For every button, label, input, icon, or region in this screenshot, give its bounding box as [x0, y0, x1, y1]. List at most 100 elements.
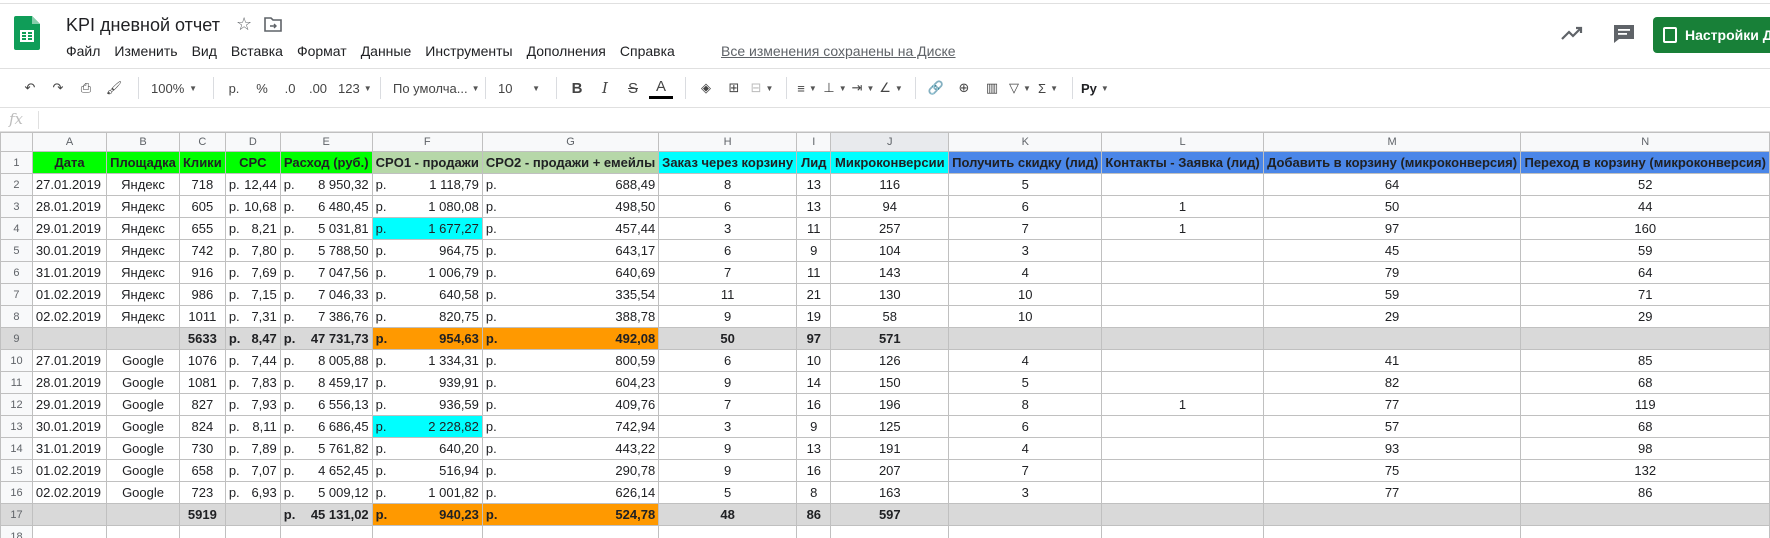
bold-button[interactable]: B	[565, 74, 589, 102]
row-header-16[interactable]: 16	[0, 481, 33, 504]
header-cell-e[interactable]: Расход (руб.)	[279, 151, 373, 174]
cell-l8[interactable]	[1101, 305, 1264, 328]
column-header-e[interactable]: E	[279, 132, 373, 152]
cell-l14[interactable]	[1101, 437, 1264, 460]
cell-b3[interactable]: Яндекс	[106, 195, 180, 218]
row-header-1[interactable]: 1	[0, 151, 33, 174]
cell-l7[interactable]	[1101, 283, 1264, 306]
cell-c5[interactable]: 742	[178, 239, 226, 262]
cell-c17[interactable]: 5919	[178, 503, 226, 526]
cell-g11[interactable]: р. 604,23	[481, 371, 660, 394]
cell-n15[interactable]: 132	[1520, 459, 1770, 482]
header-cell-j[interactable]: Микроконверсии	[830, 151, 950, 174]
cell-d13[interactable]: р. 8,11	[224, 415, 281, 438]
cell-m5[interactable]: 45	[1262, 239, 1522, 262]
cell-m8[interactable]: 29	[1262, 305, 1522, 328]
cell-b11[interactable]: Google	[106, 371, 180, 394]
text-wrap-icon[interactable]: ⇥ ▼	[851, 74, 875, 102]
cell-e6[interactable]: р. 7 047,56	[279, 261, 373, 284]
cell-a2[interactable]: 27.01.2019	[31, 173, 108, 196]
cell-g17[interactable]: р. 524,78	[481, 503, 660, 526]
cell-d5[interactable]: р. 7,80	[224, 239, 281, 262]
cell-j3[interactable]: 94	[830, 195, 950, 218]
cell-e4[interactable]: р. 5 031,81	[279, 217, 373, 240]
cell-j11[interactable]: 150	[830, 371, 950, 394]
cell-h7[interactable]: 11	[658, 283, 798, 306]
insert-chart-icon[interactable]: ▥	[980, 74, 1004, 102]
header-cell-l[interactable]: Контакты - Заявка (лид)	[1101, 151, 1264, 174]
cell-i14[interactable]: 13	[796, 437, 832, 460]
cell-f16[interactable]: р. 1 001,82	[371, 481, 483, 504]
header-cell-f[interactable]: CPO1 - продажи	[371, 151, 483, 174]
cell-k8[interactable]: 10	[948, 305, 1103, 328]
header-cell-a[interactable]: Дата	[31, 151, 108, 174]
row-header-11[interactable]: 11	[0, 371, 33, 394]
cell-m11[interactable]: 82	[1262, 371, 1522, 394]
cell-c16[interactable]: 723	[178, 481, 226, 504]
explore-trend-icon[interactable]	[1560, 24, 1584, 42]
cell-b8[interactable]: Яндекс	[106, 305, 180, 328]
row-header-15[interactable]: 15	[0, 459, 33, 482]
cell-e16[interactable]: р. 5 009,12	[279, 481, 373, 504]
paint-format-icon[interactable]: 🖌	[102, 74, 126, 102]
cell-d8[interactable]: р. 7,31	[224, 305, 281, 328]
borders-icon[interactable]: ⊞	[722, 74, 746, 102]
cell-j10[interactable]: 126	[830, 349, 950, 372]
more-formats-select[interactable]: 123 ▼	[334, 74, 372, 102]
cell-f7[interactable]: р. 640,58	[371, 283, 483, 306]
cell-h4[interactable]: 3	[658, 217, 798, 240]
cell-b6[interactable]: Яндекс	[106, 261, 180, 284]
cell-g4[interactable]: р. 457,44	[481, 217, 660, 240]
cell-j16[interactable]: 163	[830, 481, 950, 504]
cell-f12[interactable]: р. 936,59	[371, 393, 483, 416]
cell-a13[interactable]: 30.01.2019	[31, 415, 108, 438]
header-cell-n[interactable]: Переход в корзину (микроконверсия)	[1520, 151, 1770, 174]
cell-e14[interactable]: р. 5 761,82	[279, 437, 373, 460]
cell-c2[interactable]: 718	[178, 173, 226, 196]
header-cell-c[interactable]: Клики	[178, 151, 226, 174]
cell-b16[interactable]: Google	[106, 481, 180, 504]
cell-l16[interactable]	[1101, 481, 1264, 504]
cell-e5[interactable]: р. 5 788,50	[279, 239, 373, 262]
cell-l3[interactable]: 1	[1101, 195, 1264, 218]
empty-cell[interactable]	[1520, 525, 1770, 538]
cell-e15[interactable]: р. 4 652,45	[279, 459, 373, 482]
cell-h2[interactable]: 8	[658, 173, 798, 196]
cell-h15[interactable]: 9	[658, 459, 798, 482]
cell-n16[interactable]: 86	[1520, 481, 1770, 504]
row-header-7[interactable]: 7	[0, 283, 33, 306]
cell-c6[interactable]: 916	[178, 261, 226, 284]
menu-edit[interactable]: Изменить	[114, 43, 177, 59]
cell-m4[interactable]: 97	[1262, 217, 1522, 240]
row-header-17[interactable]: 17	[0, 503, 33, 526]
cell-a15[interactable]: 01.02.2019	[31, 459, 108, 482]
cell-n8[interactable]: 29	[1520, 305, 1770, 328]
cell-i16[interactable]: 8	[796, 481, 832, 504]
star-icon[interactable]: ☆	[236, 14, 252, 35]
cell-i12[interactable]: 16	[796, 393, 832, 416]
cell-i5[interactable]: 9	[796, 239, 832, 262]
menu-file[interactable]: Файл	[66, 43, 100, 59]
column-header-i[interactable]: I	[796, 132, 832, 152]
cell-l13[interactable]	[1101, 415, 1264, 438]
cell-b14[interactable]: Google	[106, 437, 180, 460]
redo-icon[interactable]: ↷	[46, 74, 70, 102]
cell-j17[interactable]: 597	[830, 503, 950, 526]
cell-j7[interactable]: 130	[830, 283, 950, 306]
cell-a11[interactable]: 28.01.2019	[31, 371, 108, 394]
cell-n2[interactable]: 52	[1520, 173, 1770, 196]
cell-g9[interactable]: р. 492,08	[481, 327, 660, 350]
header-cell-d[interactable]: CPC	[224, 151, 281, 174]
column-header-b[interactable]: B	[106, 132, 180, 152]
cell-k17[interactable]	[948, 503, 1103, 526]
empty-cell[interactable]	[796, 525, 832, 538]
cell-d16[interactable]: р. 6,93	[224, 481, 281, 504]
cell-f6[interactable]: р. 1 006,79	[371, 261, 483, 284]
header-cell-i[interactable]: Лид	[796, 151, 832, 174]
column-header-c[interactable]: C	[178, 132, 226, 152]
functions-icon[interactable]: Σ ▼	[1036, 74, 1060, 102]
undo-icon[interactable]: ↶	[18, 74, 42, 102]
cell-a7[interactable]: 01.02.2019	[31, 283, 108, 306]
row-header-12[interactable]: 12	[0, 393, 33, 416]
increase-decimal-button[interactable]: .00	[306, 74, 330, 102]
